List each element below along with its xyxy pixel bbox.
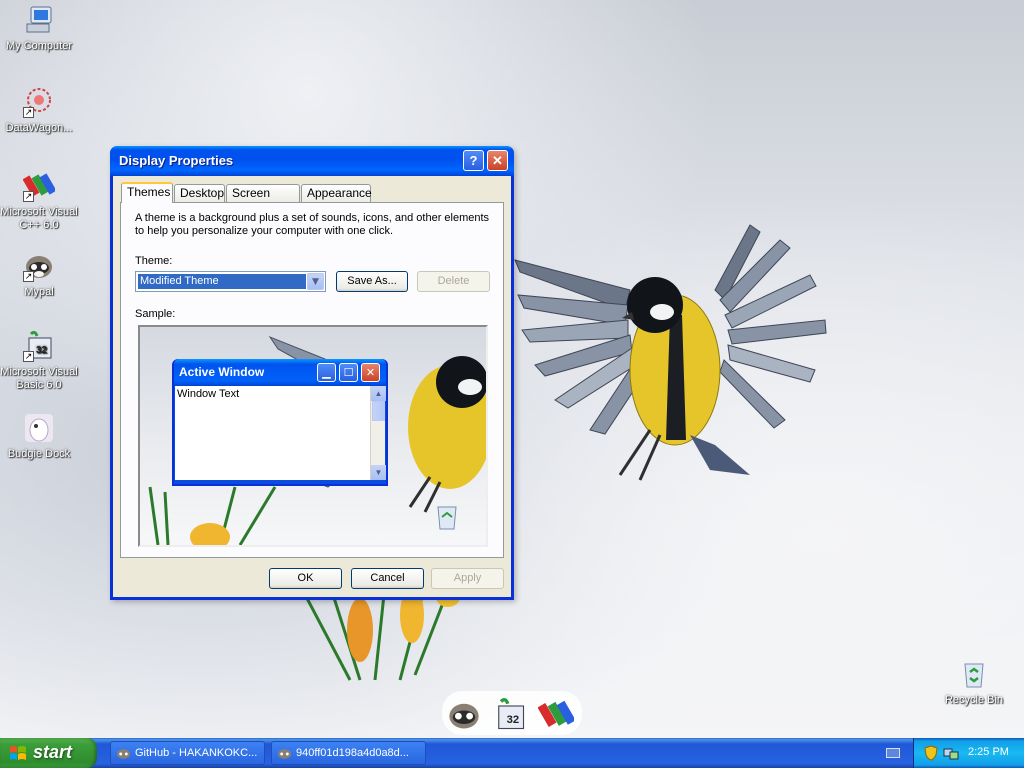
visual-cpp-icon: ↗ [22, 170, 57, 202]
taskbar-item-mypal[interactable]: 940ff01d198a4d0a8d... [271, 741, 426, 765]
tab-themes[interactable]: Themes [121, 182, 173, 203]
desktop-icon-mypal[interactable]: ↗ Mypal [0, 250, 79, 299]
network-icon[interactable] [943, 745, 959, 761]
apply-button[interactable]: Apply [431, 568, 504, 589]
theme-select-value: Modified Theme [137, 273, 307, 290]
desktop-icon-visual-cpp[interactable]: ↗ Microsoft Visual C++ 6.0 [0, 170, 79, 232]
svg-text:32: 32 [507, 714, 520, 726]
start-button[interactable]: start [0, 738, 97, 768]
close-button[interactable]: ✕ [487, 150, 508, 171]
sample-label: Sample: [135, 308, 176, 320]
scroll-up-icon: ▲ [371, 386, 386, 401]
shortcut-arrow-icon: ↗ [23, 107, 34, 118]
sample-active-window: Active Window ▁ ☐ ✕ Window Text ▲ ▼ [172, 359, 388, 486]
cancel-button[interactable]: Cancel [351, 568, 424, 589]
sample-scrollbar: ▲ ▼ [370, 386, 386, 480]
security-shield-icon[interactable] [924, 745, 938, 761]
start-label: start [33, 742, 73, 762]
close-icon: ✕ [361, 363, 380, 382]
close-icon: ✕ [492, 153, 503, 168]
tab-appearance[interactable]: Appearance [301, 184, 372, 202]
desktop-icon-label: DataWagon... [5, 122, 73, 134]
taskbar-item-label: 940ff01d198a4d0a8d... [296, 747, 409, 759]
desktop-icon-datawagon[interactable]: ↗ DataWagon... [0, 86, 79, 135]
desktop-icon-label: My Computer [5, 40, 73, 52]
desktop-icon-label: Recycle Bin [944, 694, 1004, 706]
visual-cpp-icon [537, 700, 576, 727]
theme-label: Theme: [135, 255, 173, 267]
minimize-icon: ▁ [317, 363, 336, 382]
sample-window-title: Active Window [179, 365, 265, 379]
sample-window-titlebar: Active Window ▁ ☐ ✕ [174, 359, 386, 386]
theme-sample-preview: Active Window ▁ ☐ ✕ Window Text ▲ ▼ [138, 325, 488, 547]
theme-description: A theme is a background plus a set of so… [135, 212, 490, 237]
desktop-icon-label: Microsoft Visual C++ 6.0 [0, 206, 78, 231]
dock-item-visual-basic[interactable]: 32 [492, 697, 528, 733]
sample-window-body: Window Text ▲ ▼ [175, 386, 386, 480]
desktop-icon-label: Mypal [24, 286, 54, 298]
tab-desktop[interactable]: Desktop [174, 184, 225, 202]
themes-tab-panel: A theme is a background plus a set of so… [120, 202, 504, 558]
dialog-titlebar[interactable]: Display Properties ? ✕ [110, 146, 514, 176]
budgie-dock: 32 [442, 691, 582, 735]
dock-item-mypal[interactable] [446, 697, 482, 733]
datawagon-icon: ↗ [23, 86, 55, 118]
desktop-icon-label: Microsoft Visual Basic 6.0 [0, 366, 78, 391]
mypal-icon [277, 749, 292, 759]
desktop-icon-budgie-dock[interactable]: Budgie Dock [0, 412, 79, 461]
sample-window-text: Window Text [177, 388, 240, 400]
scroll-down-icon: ▼ [371, 465, 386, 480]
svg-text:32: 32 [36, 345, 48, 356]
wallpaper-flowers [298, 585, 460, 681]
keyboard-icon[interactable] [886, 748, 900, 758]
display-properties-dialog: Display Properties ? ✕ Themes Desktop Sc… [110, 146, 514, 600]
shortcut-arrow-icon: ↗ [23, 271, 34, 282]
save-as-button[interactable]: Save As... [336, 271, 408, 292]
help-button[interactable]: ? [463, 150, 484, 171]
system-tray: 2:25 PM [913, 738, 1024, 768]
windows-logo-icon [10, 746, 26, 760]
delete-button[interactable]: Delete [417, 271, 490, 292]
browser-icon [116, 749, 131, 759]
mypal-icon [449, 703, 479, 729]
shortcut-arrow-icon: ↗ [23, 191, 34, 202]
taskbar-item-label: GitHub - HAKANKOKC... [135, 747, 258, 759]
taskbar: start GitHub - HAKANKOKC... 940ff01d198a… [0, 738, 1024, 768]
dialog-title: Display Properties [119, 153, 234, 168]
desktop-icon-visual-basic[interactable]: 32 ↗ Microsoft Visual Basic 6.0 [0, 330, 79, 392]
ok-button[interactable]: OK [269, 568, 342, 589]
my-computer-icon [23, 4, 55, 36]
taskbar-item-github[interactable]: GitHub - HAKANKOKC... [110, 741, 265, 765]
clock[interactable]: 2:25 PM [968, 746, 1009, 758]
theme-select[interactable]: Modified Theme ▼ [135, 271, 326, 292]
wallpaper-bird [514, 224, 827, 481]
desktop-icon-my-computer[interactable]: My Computer [0, 4, 79, 53]
dock-item-visual-cpp[interactable] [537, 697, 576, 733]
recycle-bin-icon [958, 658, 990, 690]
tab-screen-saver[interactable]: Screen Saver [226, 184, 300, 216]
help-icon: ? [469, 153, 478, 168]
desktop-icon-label: Budgie Dock [7, 448, 71, 460]
shortcut-arrow-icon: ↗ [23, 351, 34, 362]
visual-basic-icon: 32 ↗ [23, 330, 55, 362]
visual-basic-icon: 32 [498, 698, 525, 730]
maximize-icon: ☐ [339, 363, 358, 382]
desktop-icon-recycle-bin[interactable]: Recycle Bin [934, 658, 1014, 707]
chevron-down-icon[interactable]: ▼ [307, 273, 324, 290]
budgie-dock-icon [23, 412, 55, 444]
scroll-thumb [372, 401, 385, 421]
mypal-icon: ↗ [23, 250, 55, 282]
